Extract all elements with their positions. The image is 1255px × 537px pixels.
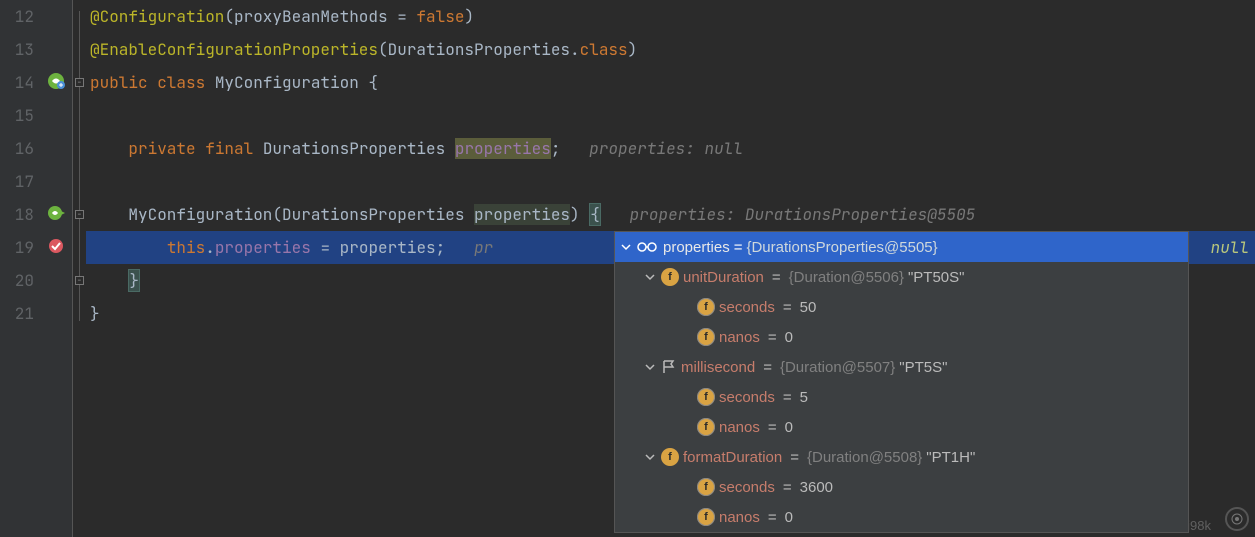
spring-bean-icon[interactable]	[47, 72, 65, 90]
code-line[interactable]	[86, 165, 1255, 198]
line-number: 12	[0, 0, 34, 33]
field-final-badge-icon: f	[697, 388, 715, 406]
debug-field-row[interactable]: f nanos=0	[615, 502, 1188, 532]
gutter-icons	[42, 0, 72, 537]
inline-value: null	[1211, 231, 1249, 264]
line-number: 21	[0, 297, 34, 330]
spring-run-icon[interactable]	[47, 204, 65, 222]
fold-toggle[interactable]: −	[75, 78, 84, 87]
line-number-gutter: 12 13 14 15 16 17 18 19 20 21	[0, 0, 42, 537]
field-badge-icon: f	[661, 268, 679, 286]
debug-field-row[interactable]: f unitDuration={Duration@5506} "PT50S"	[615, 262, 1188, 292]
line-number: 14	[0, 66, 34, 99]
debug-field-row[interactable]: f nanos=0	[615, 322, 1188, 352]
assist-icon[interactable]	[1225, 507, 1249, 531]
field-final-badge-icon: f	[697, 328, 715, 346]
debug-field-row[interactable]: f seconds=50	[615, 292, 1188, 322]
debug-field-row[interactable]: f seconds=3600	[615, 472, 1188, 502]
field-badge-icon: f	[661, 448, 679, 466]
line-number: 16	[0, 132, 34, 165]
field-final-badge-icon: f	[697, 298, 715, 316]
fold-toggle[interactable]: −	[75, 210, 84, 219]
code-line[interactable]: @EnableConfigurationProperties(Durations…	[86, 33, 1255, 66]
line-number: 19	[0, 231, 34, 264]
code-line[interactable]: MyConfiguration(DurationsProperties prop…	[86, 198, 1255, 231]
debug-field-row[interactable]: millisecond={Duration@5507} "PT5S"	[615, 352, 1188, 382]
line-number: 17	[0, 165, 34, 198]
code-line[interactable]: private final DurationsProperties proper…	[86, 132, 1255, 165]
flag-icon	[661, 359, 677, 375]
code-line[interactable]: public class MyConfiguration {	[86, 66, 1255, 99]
line-number: 20	[0, 264, 34, 297]
chevron-down-icon[interactable]	[643, 270, 657, 284]
debug-field-row[interactable]: f seconds=5	[615, 382, 1188, 412]
line-number: 13	[0, 33, 34, 66]
chevron-down-icon[interactable]	[643, 450, 657, 464]
code-line[interactable]	[86, 99, 1255, 132]
breakpoint-icon[interactable]	[47, 237, 65, 255]
field-final-badge-icon: f	[697, 418, 715, 436]
line-number: 18	[0, 198, 34, 231]
code-line[interactable]: @Configuration(proxyBeanMethods = false)	[86, 0, 1255, 33]
line-number: 15	[0, 99, 34, 132]
debug-field-row[interactable]: f nanos=0	[615, 412, 1188, 442]
debug-field-row[interactable]: f formatDuration={Duration@5508} "PT1H"	[615, 442, 1188, 472]
debug-root-row[interactable]: properties = {DurationsProperties@5505}	[615, 232, 1188, 262]
fold-column: − − −	[72, 0, 86, 537]
inline-hint: properties: null	[589, 138, 743, 159]
watch-icon	[637, 241, 657, 253]
chevron-down-icon[interactable]	[643, 360, 657, 374]
chevron-down-icon[interactable]	[619, 240, 633, 254]
inline-hint: properties: DurationsProperties@5505	[630, 204, 976, 225]
field-final-badge-icon: f	[697, 508, 715, 526]
debug-variables-popup[interactable]: properties = {DurationsProperties@5505} …	[614, 231, 1189, 533]
field-final-badge-icon: f	[697, 478, 715, 496]
fold-toggle[interactable]: −	[75, 276, 84, 285]
